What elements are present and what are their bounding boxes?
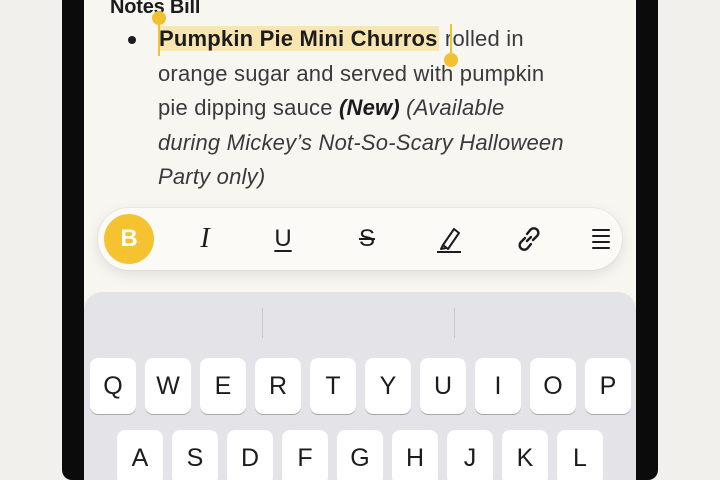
italic-button[interactable]: I — [180, 214, 230, 264]
key-r[interactable]: R — [255, 358, 301, 414]
selected-text[interactable]: Pumpkin Pie Mini Churros — [158, 26, 439, 51]
key-j[interactable]: J — [447, 430, 493, 480]
selection-start-knob[interactable] — [152, 11, 166, 25]
selection-end-knob[interactable] — [444, 53, 458, 67]
key-o[interactable]: O — [530, 358, 576, 414]
body-line2: orange sugar and served with pumpkin — [158, 60, 545, 86]
key-a[interactable]: A — [117, 430, 163, 480]
suggestion-divider — [262, 308, 263, 338]
body-line5: Party only) — [158, 164, 266, 189]
notes-screen: Notes Bill Pumpkin Pie Mini Churros roll… — [84, 0, 636, 480]
key-y[interactable]: Y — [365, 358, 411, 414]
key-i[interactable]: I — [475, 358, 521, 414]
key-f[interactable]: F — [282, 430, 328, 480]
note-body[interactable]: Pumpkin Pie Mini Churros rolled in orang… — [158, 22, 618, 195]
list-button[interactable] — [576, 214, 626, 264]
body-line4: during Mickey’s Not-So-Scary Halloween — [158, 129, 564, 155]
key-p[interactable]: P — [585, 358, 631, 414]
key-l[interactable]: L — [557, 430, 603, 480]
underline-button[interactable]: U — [258, 214, 308, 264]
key-w[interactable]: W — [145, 358, 191, 414]
key-e[interactable]: E — [200, 358, 246, 414]
device-bezel-right — [636, 0, 658, 480]
strikethrough-button[interactable]: S — [342, 214, 392, 264]
new-tag: (New) — [338, 95, 400, 120]
highlighter-icon — [437, 228, 461, 253]
link-icon — [518, 227, 540, 251]
device-bezel-left — [62, 0, 84, 480]
format-toolbar: B I U S — [98, 208, 622, 270]
key-h[interactable]: H — [392, 430, 438, 480]
bullet-point — [128, 36, 136, 44]
link-button[interactable] — [504, 214, 554, 264]
key-t[interactable]: T — [310, 358, 356, 414]
highlighter-button[interactable] — [424, 214, 474, 264]
keyboard: Q W E R T Y U I O P A S D F G H J K L — [84, 292, 636, 480]
key-d[interactable]: D — [227, 430, 273, 480]
key-g[interactable]: G — [337, 430, 383, 480]
key-s[interactable]: S — [172, 430, 218, 480]
body-line3b: (Available — [399, 95, 505, 120]
key-u[interactable]: U — [420, 358, 466, 414]
body-line3a: pie dipping sauce — [158, 95, 339, 120]
list-icon — [592, 229, 610, 249]
bold-button[interactable]: B — [104, 214, 154, 264]
key-q[interactable]: Q — [90, 358, 136, 414]
suggestion-divider — [454, 308, 455, 338]
key-k[interactable]: K — [502, 430, 548, 480]
